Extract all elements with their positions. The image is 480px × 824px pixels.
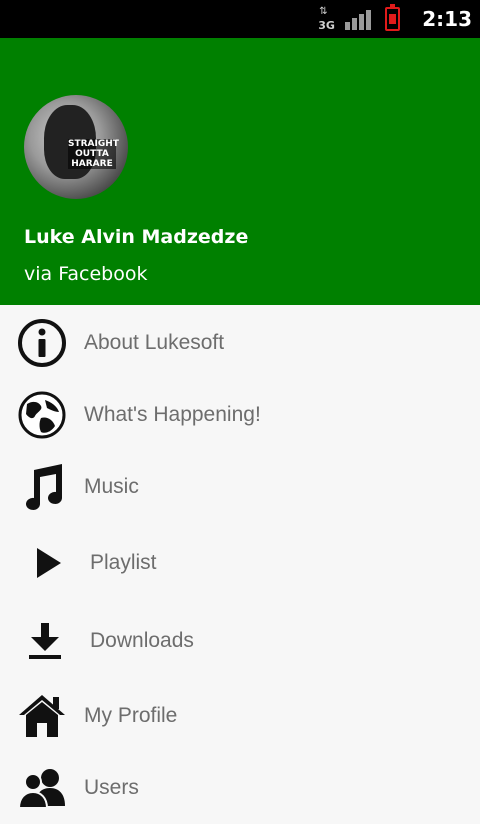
network-3g-icon: ⇅ 3G: [318, 6, 335, 32]
menu-item-downloads[interactable]: Downloads: [0, 605, 480, 677]
menu-label: Downloads: [90, 629, 194, 652]
menu-label: Playlist: [90, 551, 157, 574]
menu-label: Music: [84, 475, 139, 498]
status-bar: ⇅ 3G 2:13: [0, 0, 480, 38]
download-icon: [27, 621, 63, 661]
globe-icon: [17, 390, 67, 440]
home-icon: [17, 693, 67, 739]
menu-item-music[interactable]: Music: [0, 451, 480, 523]
drawer-menu: About Lukesoft What's Happening! Music P…: [0, 305, 480, 809]
menu-label: Users: [84, 776, 139, 799]
play-icon: [34, 546, 64, 580]
drawer-header: STRAIGHT OUTTA HARARE Luke Alvin Madzedz…: [0, 38, 480, 305]
menu-item-playlist[interactable]: Playlist: [0, 527, 480, 599]
status-icons: ⇅ 3G 2:13: [317, 0, 472, 38]
menu-label: What's Happening!: [84, 403, 261, 426]
user-name: Luke Alvin Madzedze: [24, 226, 249, 248]
music-note-icon: [18, 462, 66, 512]
network-type-label: 3G: [318, 19, 335, 32]
battery-low-icon: [385, 4, 401, 31]
menu-item-whats-happening[interactable]: What's Happening!: [0, 379, 480, 451]
menu-item-my-profile[interactable]: My Profile: [0, 680, 480, 752]
menu-item-users[interactable]: Users: [0, 752, 480, 824]
status-time: 2:13: [422, 7, 472, 31]
menu-label: My Profile: [84, 704, 178, 727]
signal-strength-icon: [345, 8, 372, 30]
avatar[interactable]: STRAIGHT OUTTA HARARE: [24, 95, 128, 199]
avatar-shirt-text: STRAIGHT OUTTA HARARE: [68, 139, 119, 169]
menu-item-about[interactable]: About Lukesoft: [0, 307, 480, 379]
login-source: via Facebook: [24, 263, 148, 285]
info-icon: [17, 318, 67, 368]
users-icon: [17, 766, 67, 810]
menu-label: About Lukesoft: [84, 331, 225, 354]
